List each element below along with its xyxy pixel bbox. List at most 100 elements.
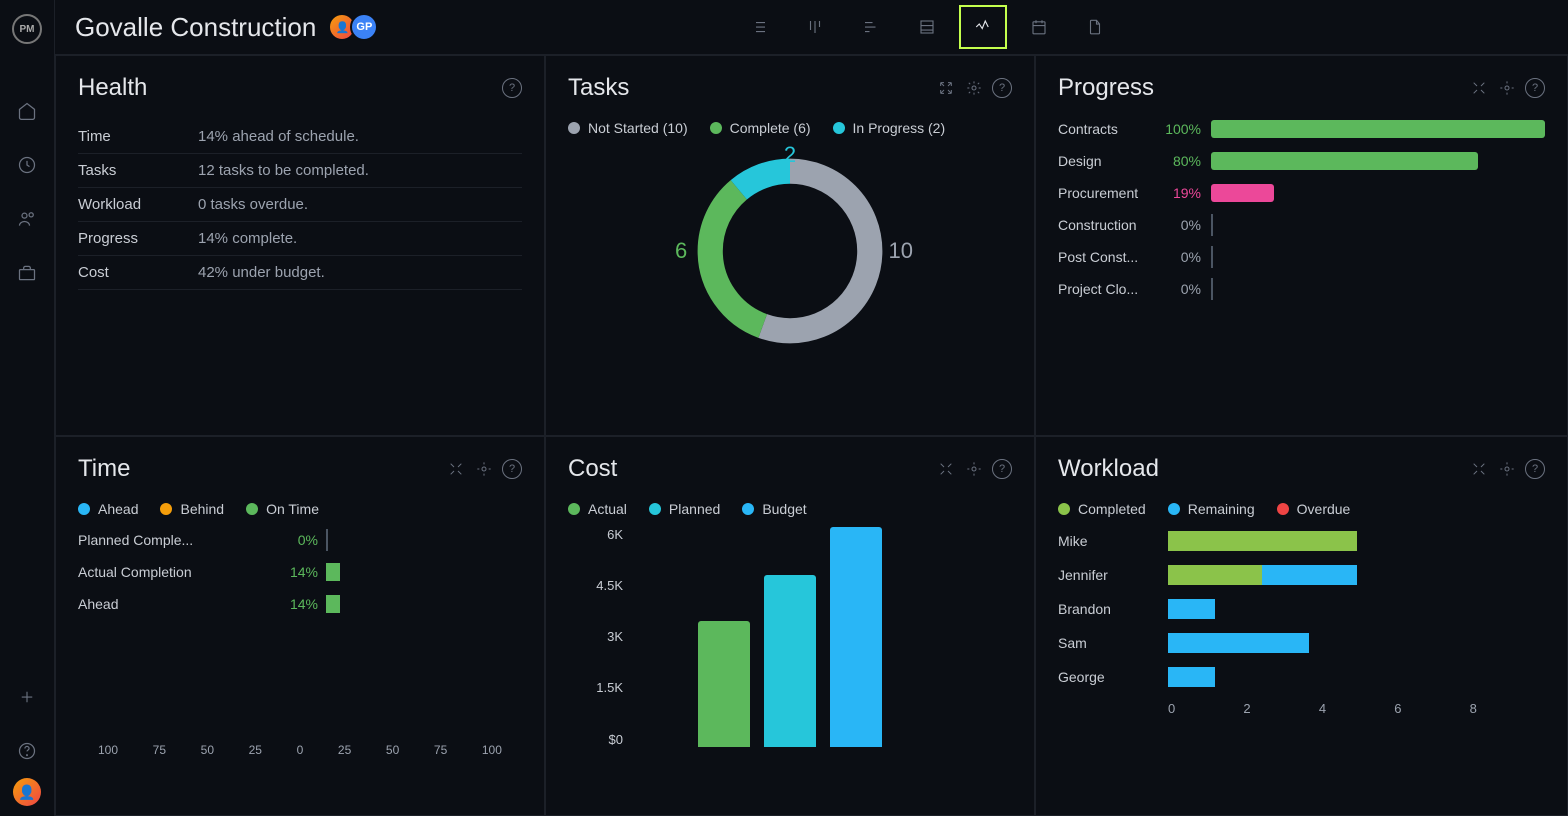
legend-item: Planned: [649, 501, 720, 517]
help-icon[interactable]: ?: [992, 459, 1012, 479]
expand-icon[interactable]: [446, 459, 466, 479]
time-pct: 14%: [268, 564, 318, 580]
cost-bar-budget: [830, 527, 882, 747]
workload-row: Mike: [1058, 531, 1545, 551]
legend-label: Planned: [669, 501, 720, 517]
progress-bar: [1211, 280, 1545, 298]
panel-title: Health: [78, 74, 147, 102]
panel-time: Time ? AheadBehindOn Time Planned Comple…: [55, 436, 545, 816]
legend-label: Not Started (10): [588, 120, 688, 136]
gear-icon[interactable]: [964, 459, 984, 479]
expand-icon[interactable]: [1469, 459, 1489, 479]
axis-label: 75: [434, 743, 447, 757]
legend-item: Not Started (10): [568, 120, 688, 136]
cost-bar-planned: [764, 575, 816, 747]
legend-label: Ahead: [98, 501, 138, 517]
home-icon[interactable]: [12, 96, 42, 126]
user-avatar[interactable]: 👤: [13, 778, 41, 806]
sidebar: PM 👤: [0, 0, 55, 816]
board-view-icon[interactable]: [791, 5, 839, 49]
axis-label: 25: [338, 743, 351, 757]
plus-icon[interactable]: [12, 682, 42, 712]
help-icon[interactable]: ?: [502, 459, 522, 479]
progress-row: Project Clo... 0%: [1058, 280, 1545, 298]
progress-row: Contracts 100%: [1058, 120, 1545, 138]
workload-label: Jennifer: [1058, 567, 1168, 583]
time-row: Planned Comple... 0%: [78, 531, 522, 549]
progress-row: Design 80%: [1058, 152, 1545, 170]
workload-bar: [1168, 633, 1545, 653]
progress-pct: 19%: [1153, 185, 1201, 201]
help-icon[interactable]: ?: [1525, 459, 1545, 479]
axis-label: 1.5K: [568, 680, 623, 695]
gantt-view-icon[interactable]: [847, 5, 895, 49]
help-icon[interactable]: ?: [992, 78, 1012, 98]
legend-dot: [833, 122, 845, 134]
progress-bar: [1211, 152, 1545, 170]
member-avatars[interactable]: 👤 GP: [334, 13, 378, 41]
project-title: Govalle Construction: [75, 12, 316, 43]
legend-dot: [649, 503, 661, 515]
health-label: Workload: [78, 196, 198, 213]
gear-icon[interactable]: [1497, 78, 1517, 98]
legend-label: Completed: [1078, 501, 1146, 517]
clock-icon[interactable]: [12, 150, 42, 180]
axis-label: 75: [153, 743, 166, 757]
gear-icon[interactable]: [1497, 459, 1517, 479]
axis-label: 25: [249, 743, 262, 757]
briefcase-icon[interactable]: [12, 258, 42, 288]
progress-pct: 0%: [1153, 281, 1201, 297]
axis-label: 4.5K: [568, 578, 623, 593]
panel-health: Health ? Time 14% ahead of schedule. Tas…: [55, 55, 545, 436]
users-icon[interactable]: [12, 204, 42, 234]
expand-icon[interactable]: [936, 459, 956, 479]
workload-row: Jennifer: [1058, 565, 1545, 585]
axis-label: 6: [1394, 701, 1469, 716]
health-value: 0 tasks overdue.: [198, 196, 308, 213]
axis-label: 4: [1319, 701, 1394, 716]
calendar-view-icon[interactable]: [1015, 5, 1063, 49]
app-logo[interactable]: PM: [12, 14, 42, 44]
help-icon[interactable]: ?: [1525, 78, 1545, 98]
help-icon[interactable]: [12, 736, 42, 766]
gear-icon[interactable]: [474, 459, 494, 479]
workload-bar: [1168, 667, 1545, 687]
files-view-icon[interactable]: [1071, 5, 1119, 49]
legend-item: Completed: [1058, 501, 1146, 517]
donut-label: 2: [784, 142, 796, 168]
table-view-icon[interactable]: [903, 5, 951, 49]
time-track: [326, 563, 522, 581]
health-row: Progress 14% complete.: [78, 222, 522, 256]
axis-label: $0: [568, 732, 623, 747]
progress-pct: 100%: [1153, 121, 1201, 137]
health-row: Workload 0 tasks overdue.: [78, 188, 522, 222]
progress-label: Procurement: [1058, 185, 1153, 201]
cost-bar-chart: 6K4.5K3K1.5K$0: [568, 527, 1012, 767]
gear-icon[interactable]: [964, 78, 984, 98]
dashboard-view-icon[interactable]: [959, 5, 1007, 49]
axis-label: 50: [386, 743, 399, 757]
panel-cost: Cost ? ActualPlannedBudget 6K4.5K3K1.5K$…: [545, 436, 1035, 816]
workload-label: Sam: [1058, 635, 1168, 651]
panel-progress: Progress ? Contracts 100% Design 80%: [1035, 55, 1568, 436]
progress-label: Contracts: [1058, 121, 1153, 137]
progress-pct: 0%: [1153, 217, 1201, 233]
panel-title: Cost: [568, 455, 617, 483]
donut-label: 10: [889, 238, 913, 264]
health-value: 14% complete.: [198, 230, 297, 247]
axis-label: 3K: [568, 629, 623, 644]
legend-label: Complete (6): [730, 120, 811, 136]
progress-label: Design: [1058, 153, 1153, 169]
help-icon[interactable]: ?: [502, 78, 522, 98]
workload-label: Brandon: [1058, 601, 1168, 617]
legend-label: Actual: [588, 501, 627, 517]
expand-icon[interactable]: [1469, 78, 1489, 98]
axis-label: 8: [1470, 701, 1545, 716]
legend-label: Budget: [762, 501, 806, 517]
axis-label: 100: [98, 743, 118, 757]
health-label: Cost: [78, 264, 198, 281]
avatar[interactable]: GP: [350, 13, 378, 41]
workload-bar: [1168, 531, 1545, 551]
list-view-icon[interactable]: [735, 5, 783, 49]
expand-icon[interactable]: [936, 78, 956, 98]
